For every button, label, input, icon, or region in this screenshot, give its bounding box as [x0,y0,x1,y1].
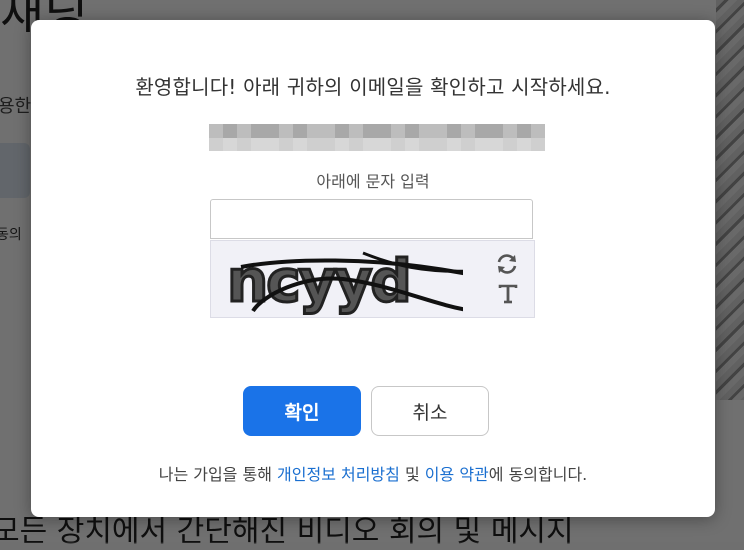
masked-pixel [447,124,461,138]
masked-pixel [363,137,377,151]
refresh-icon[interactable] [495,252,519,276]
masked-pixel [363,124,377,138]
masked-pixel [209,137,223,151]
masked-pixel [433,137,447,151]
masked-pixel [517,124,531,138]
terms-prefix: 나는 가입을 통해 [158,465,278,484]
masked-pixel [475,137,489,151]
masked-pixel [307,137,321,151]
masked-pixel [531,124,545,138]
welcome-heading: 환영합니다! 아래 귀하의 이메일을 확인하고 시작하세요. [135,75,611,99]
masked-pixel [223,137,237,151]
terms-of-use-link[interactable]: 이용 약관 [425,465,489,484]
masked-pixel [377,124,391,138]
masked-pixel [293,137,307,151]
masked-email-address [209,124,545,151]
masked-pixel [307,124,321,138]
masked-pixel [265,124,279,138]
masked-pixel [321,137,335,151]
text-mode-icon[interactable] [497,283,519,305]
masked-pixel [279,124,293,138]
masked-pixel [489,137,503,151]
masked-pixel [419,137,433,151]
masked-pixel [447,137,461,151]
verify-email-dialog: 환영합니다! 아래 귀하의 이메일을 확인하고 시작하세요. 아래에 문자 입력… [31,20,715,517]
terms-suffix: 에 동의합니다. [488,465,588,484]
masked-pixel [349,137,363,151]
masked-pixel [251,137,265,151]
masked-pixel [335,124,349,138]
masked-pixel [321,124,335,138]
masked-pixel [461,137,475,151]
masked-pixel [293,124,307,138]
masked-pixel [349,124,363,138]
masked-pixel [377,137,391,151]
masked-pixel [489,124,503,138]
masked-pixel [503,124,517,138]
privacy-policy-link[interactable]: 개인정보 처리방침 [277,465,400,484]
captcha-panel: ncyyd [210,240,535,318]
captcha-image: ncyyd [226,246,463,315]
captcha-input[interactable] [210,199,533,239]
masked-pixel [335,137,349,151]
masked-pixel [503,137,517,151]
masked-pixel [237,124,251,138]
masked-pixel [391,137,405,151]
masked-pixel [223,124,237,138]
masked-pixel [237,137,251,151]
masked-pixel [391,124,405,138]
masked-pixel [265,137,279,151]
masked-pixel [461,124,475,138]
masked-pixel [209,124,223,138]
masked-pixel [517,137,531,151]
terms-middle: 및 [399,465,425,484]
terms-notice: 나는 가입을 통해 개인정보 처리방침 및 이용 약관에 동의합니다. [31,461,715,485]
masked-pixel [475,124,489,138]
confirm-button[interactable]: 확인 [243,386,361,436]
masked-pixel [531,137,545,151]
masked-pixel [405,137,419,151]
masked-pixel [405,124,419,138]
masked-pixel [279,137,293,151]
masked-pixel [251,124,265,138]
masked-pixel [433,124,447,138]
masked-pixel [419,124,433,138]
cancel-button[interactable]: 취소 [371,386,489,436]
captcha-label: 아래에 문자 입력 [316,172,430,191]
